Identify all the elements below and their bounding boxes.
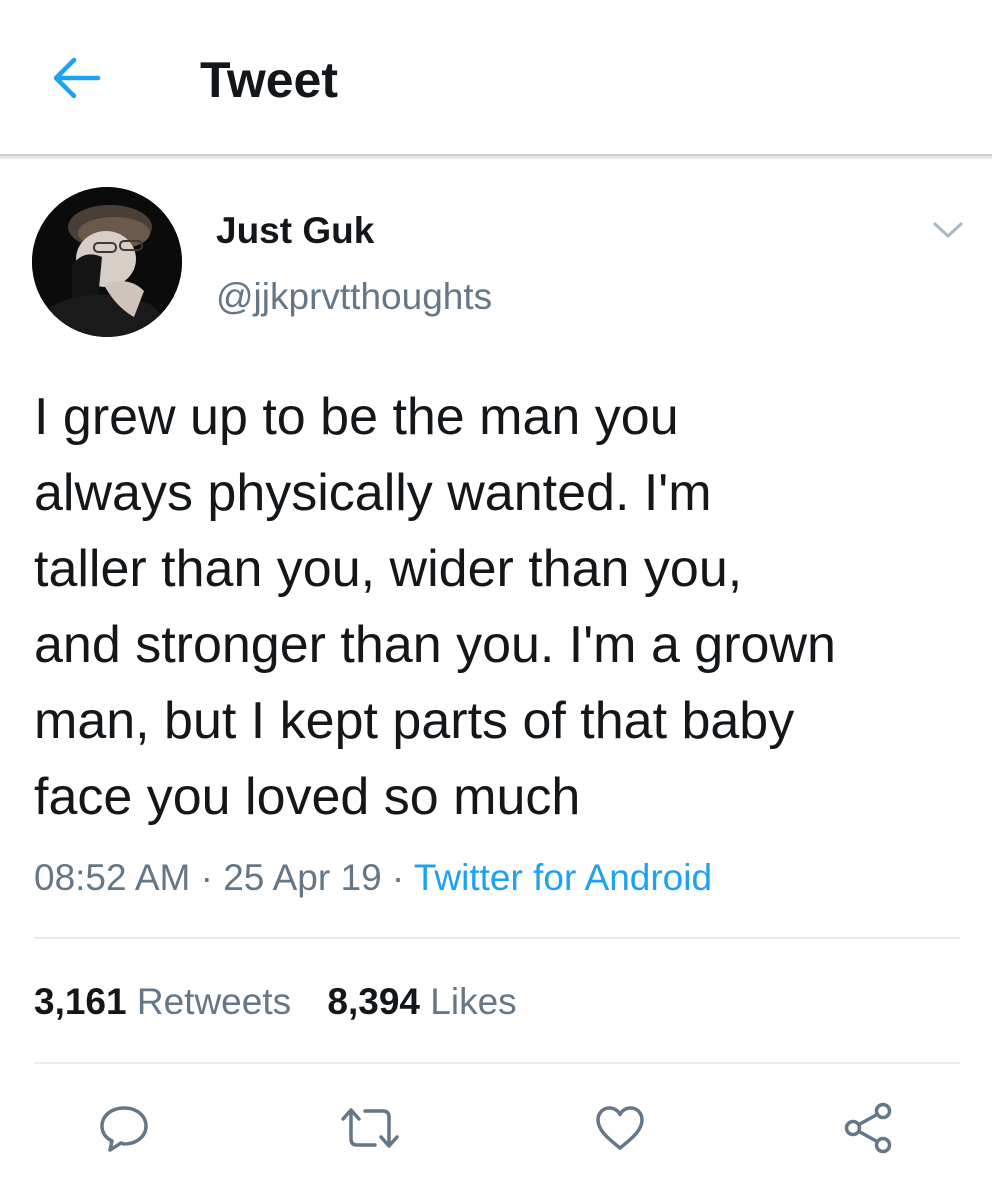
tweet-menu-button[interactable]: [928, 212, 968, 252]
display-name[interactable]: Just Guk: [216, 210, 374, 252]
app-bar: Tweet: [0, 0, 992, 154]
chevron-down-icon: [932, 220, 964, 245]
tweet-text: I grew up to be the man you always physi…: [34, 388, 836, 826]
retweet-icon: [339, 1105, 401, 1156]
divider: [34, 1062, 960, 1064]
likes-count: 8,394: [327, 981, 420, 1022]
like-button[interactable]: [590, 1100, 650, 1160]
meta-separator: ·: [200, 857, 213, 898]
share-button[interactable]: [838, 1100, 898, 1160]
reply-button[interactable]: [94, 1100, 154, 1160]
meta-separator: ·: [391, 857, 405, 898]
retweets-label: Retweets: [136, 981, 292, 1022]
arrow-left-icon: [50, 56, 102, 105]
tweet-source-link[interactable]: Twitter for Android: [414, 857, 712, 898]
page-title: Tweet: [200, 52, 338, 108]
tweet-stats: 3,161 Retweets 8,394 Likes: [34, 980, 543, 1024]
profile-photo: [32, 187, 182, 337]
reply-icon: [97, 1103, 151, 1158]
retweets-count: 3,161: [34, 981, 127, 1022]
app-bar-shadow: [0, 154, 992, 160]
divider: [34, 937, 960, 939]
avatar[interactable]: [32, 187, 182, 337]
retweet-button[interactable]: [340, 1100, 400, 1160]
back-button[interactable]: [46, 50, 106, 110]
likes-label: Likes: [430, 981, 517, 1022]
tweet-meta: 08:52 AM · 25 Apr 19 · Twitter for Andro…: [34, 856, 712, 900]
share-icon: [841, 1102, 895, 1159]
retweets-stat[interactable]: 3,161 Retweets: [34, 980, 291, 1024]
tweet-date: 25 Apr 19: [223, 857, 382, 898]
tweet-time: 08:52 AM: [34, 857, 191, 898]
user-handle[interactable]: @jjkprvtthoughts: [216, 276, 492, 318]
likes-stat[interactable]: 8,394 Likes: [327, 980, 516, 1024]
heart-icon: [593, 1104, 647, 1157]
